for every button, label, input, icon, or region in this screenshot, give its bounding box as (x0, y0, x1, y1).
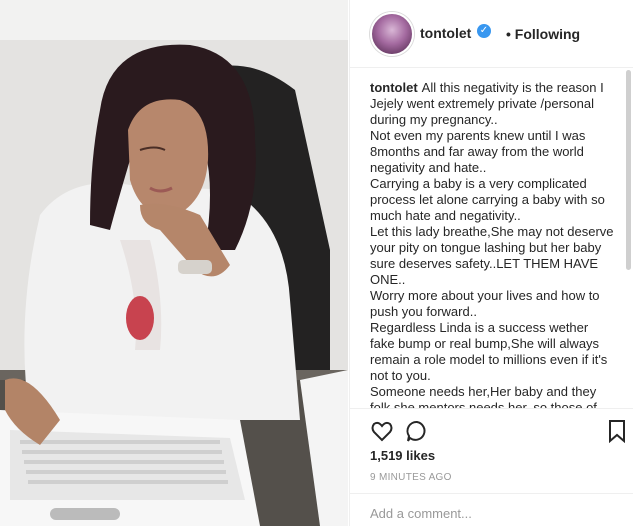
avatar[interactable] (370, 12, 414, 56)
likes-count[interactable]: 1,519 likes (370, 448, 435, 463)
comment-icon[interactable] (405, 419, 429, 443)
verified-badge-icon: ✓ (477, 24, 491, 38)
caption-line: Someone needs her,Her baby and they folk… (370, 384, 597, 408)
comment-placeholder: Add a comment... (370, 506, 472, 521)
post-timestamp[interactable]: 9 MINUTES AGO (370, 472, 452, 483)
caption-line: Let this lady breathe,She may not deserv… (370, 224, 614, 287)
photo-illustration (0, 0, 348, 526)
caption-line: Regardless Linda is a success wether fak… (370, 320, 608, 383)
post-actions (350, 408, 633, 449)
post-photo[interactable] (0, 0, 348, 526)
caption-line: Not even my parents knew until I was 8mo… (370, 128, 586, 175)
following-button[interactable]: • Following (506, 26, 580, 42)
bookmark-icon[interactable] (605, 419, 629, 443)
post-sidebar: tontolet ✓ • Following tontolet All this … (349, 0, 633, 526)
caption-username[interactable]: tontolet (370, 80, 418, 95)
caption-line: Worry more about your lives and how to p… (370, 288, 600, 319)
instagram-post: tontolet ✓ • Following tontolet All this … (0, 0, 633, 526)
post-header: tontolet ✓ • Following (350, 0, 633, 68)
caption-scrollbar[interactable] (626, 70, 631, 270)
caption-line: Carrying a baby is a very complicated pr… (370, 176, 605, 223)
heart-icon[interactable] (370, 419, 394, 443)
username-link[interactable]: tontolet (420, 25, 471, 41)
post-caption: tontolet All this negativity is the reaso… (370, 80, 615, 408)
comment-field[interactable]: Add a comment... (350, 493, 633, 527)
